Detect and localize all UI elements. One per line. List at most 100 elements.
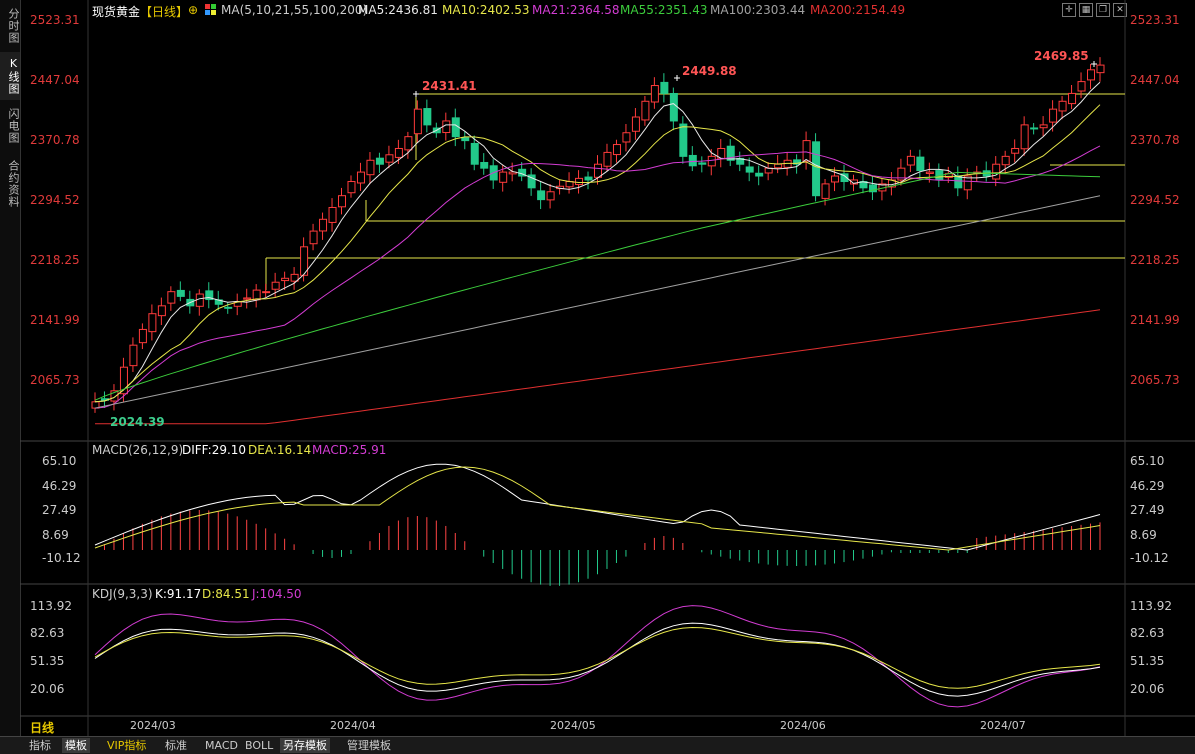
standard-button[interactable]: 标准 — [162, 738, 190, 753]
candle-body — [1039, 124, 1048, 129]
macd-title: MACD(26,12,9) — [92, 443, 184, 457]
manage-template-button[interactable]: 管理模板 — [344, 738, 394, 753]
candle-body — [129, 344, 138, 367]
candle-body — [537, 190, 546, 201]
candle-body — [622, 132, 631, 143]
low-annotation: 2024.39 — [110, 415, 165, 429]
date-axis-label: 2024/06 — [780, 719, 826, 732]
candle-body — [423, 108, 432, 126]
candle-body — [1011, 147, 1020, 154]
candle-body — [404, 136, 413, 151]
candle-body — [1096, 64, 1105, 74]
candle-body — [499, 171, 508, 183]
candle-body — [546, 191, 555, 201]
ma200-line — [95, 309, 1101, 425]
kdj-d-line — [94, 626, 1101, 689]
macd-diff: DIFF:29.10 — [182, 443, 247, 457]
candle-body — [1049, 108, 1058, 123]
candle-body — [745, 166, 754, 173]
macd-dea-line — [94, 466, 1101, 551]
candle-body — [195, 293, 204, 307]
kdj-d: D:84.51 — [202, 587, 250, 601]
candle-body — [176, 289, 185, 297]
candle-body — [992, 163, 1001, 180]
candle-body — [755, 172, 764, 177]
trading-app: 分时图 K线图 闪电图 合约资料 现货黄金 【日线】 ⊕ MA(5,10,21,… — [0, 0, 1195, 754]
candle-body — [603, 151, 612, 167]
candle-body — [1001, 155, 1010, 166]
date-axis-label: 2024/07 — [980, 719, 1026, 732]
candle-body — [470, 142, 479, 165]
candle-body — [461, 137, 470, 142]
candle-body — [1030, 127, 1039, 130]
candle-body — [281, 277, 290, 282]
candle-body — [224, 306, 233, 309]
candle-body — [442, 120, 451, 134]
candle-body — [271, 281, 280, 290]
candle-body — [252, 289, 261, 301]
candle-body — [148, 313, 157, 333]
candle-body — [138, 328, 147, 344]
candle-body — [641, 100, 650, 121]
candle-body — [356, 171, 365, 184]
ma21-line — [94, 145, 1101, 409]
candle-body — [413, 108, 422, 135]
ma55-line — [94, 171, 1101, 401]
candle-body — [366, 159, 375, 176]
candle-body — [262, 291, 271, 294]
boll-button[interactable]: BOLL — [242, 738, 276, 753]
date-axis-label: 2024/03 — [130, 719, 176, 732]
candle-body — [375, 157, 384, 165]
candle-body — [802, 140, 811, 162]
macd-value: MACD:25.91 — [312, 443, 387, 457]
indicator-button[interactable]: 指标 — [26, 738, 54, 753]
candle-body — [906, 155, 915, 166]
vip-indicator-button[interactable]: VIP指标 — [104, 738, 149, 753]
ma10-line — [94, 104, 1101, 403]
kdj-k-line — [94, 622, 1101, 697]
candle-body — [821, 183, 830, 199]
ma5-line — [94, 81, 1101, 403]
candle-body — [1058, 100, 1067, 112]
candle-body — [394, 147, 403, 158]
high2-annotation: 2449.88 — [682, 64, 737, 78]
candle-body — [1087, 69, 1096, 81]
candle-body — [347, 181, 356, 194]
candle-body — [385, 154, 394, 163]
period-indicator[interactable]: 日线 — [30, 719, 54, 736]
kdj-j-line — [94, 605, 1101, 708]
candle-body — [319, 218, 328, 232]
chart-canvas[interactable] — [0, 0, 1195, 753]
high3-annotation: 2469.85 — [1034, 49, 1089, 63]
candle-body — [631, 116, 640, 132]
candle-body — [328, 206, 337, 223]
candle-body — [698, 162, 707, 165]
macd-diff-line — [94, 463, 1101, 551]
kdj-j: J:104.50 — [252, 587, 302, 601]
high1-annotation: 2431.41 — [422, 79, 477, 93]
candle-body — [612, 144, 621, 156]
candle-body — [584, 176, 593, 181]
candle-body — [309, 230, 318, 245]
save-template-button[interactable]: 另存模板 — [280, 738, 330, 753]
candle-body — [669, 92, 678, 122]
macd-button[interactable]: MACD — [202, 738, 241, 753]
macd-dea: DEA:16.14 — [248, 443, 312, 457]
kdj-k: K:91.17 — [155, 587, 202, 601]
bottom-toolbar: 指标 模板 VIP指标 标准 MACD BOLL 另存模板 管理模板 — [0, 736, 1195, 754]
template-button[interactable]: 模板 — [62, 738, 90, 753]
candle-body — [688, 154, 697, 167]
kdj-title: KDJ(9,3,3) — [92, 587, 153, 601]
candle-body — [707, 155, 716, 167]
candle-body — [774, 163, 783, 169]
candle-body — [480, 161, 489, 169]
high-marker — [674, 75, 680, 81]
date-axis-label: 2024/05 — [550, 719, 596, 732]
candle-body — [679, 123, 688, 157]
candle-body — [831, 175, 840, 183]
candle-body — [565, 181, 574, 188]
candle-body — [594, 163, 602, 178]
candle-body — [660, 81, 669, 94]
candle-body — [1068, 92, 1077, 105]
candle-body — [916, 156, 925, 172]
